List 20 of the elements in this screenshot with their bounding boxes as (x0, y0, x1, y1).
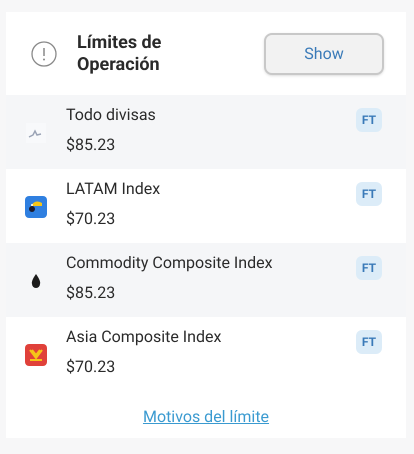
section-title: Límites de Operación (77, 32, 162, 76)
item-name: LATAM Index (66, 178, 160, 200)
alert-icon (31, 40, 57, 66)
ft-badge: FT (356, 330, 382, 354)
item-name: Todo divisas (66, 104, 156, 126)
item-price: $85.23 (66, 134, 116, 156)
ft-badge: FT (356, 182, 382, 206)
ft-badge: FT (356, 108, 382, 132)
drop-icon (30, 273, 42, 289)
bird-icon (25, 196, 47, 218)
item-price: $85.23 (66, 282, 116, 304)
show-button[interactable]: Show (264, 32, 384, 74)
item-name: Commodity Composite Index (66, 252, 273, 274)
item-name: Asia Composite Index (66, 326, 222, 348)
ft-badge: FT (356, 256, 382, 280)
item-price: $70.23 (66, 208, 116, 230)
emblem-icon (25, 344, 47, 366)
list-item[interactable]: Commodity Composite Index $85.23 FT (6, 243, 406, 317)
item-price: $70.23 (66, 356, 116, 378)
list-item[interactable]: Todo divisas $85.23 FT (6, 95, 406, 169)
